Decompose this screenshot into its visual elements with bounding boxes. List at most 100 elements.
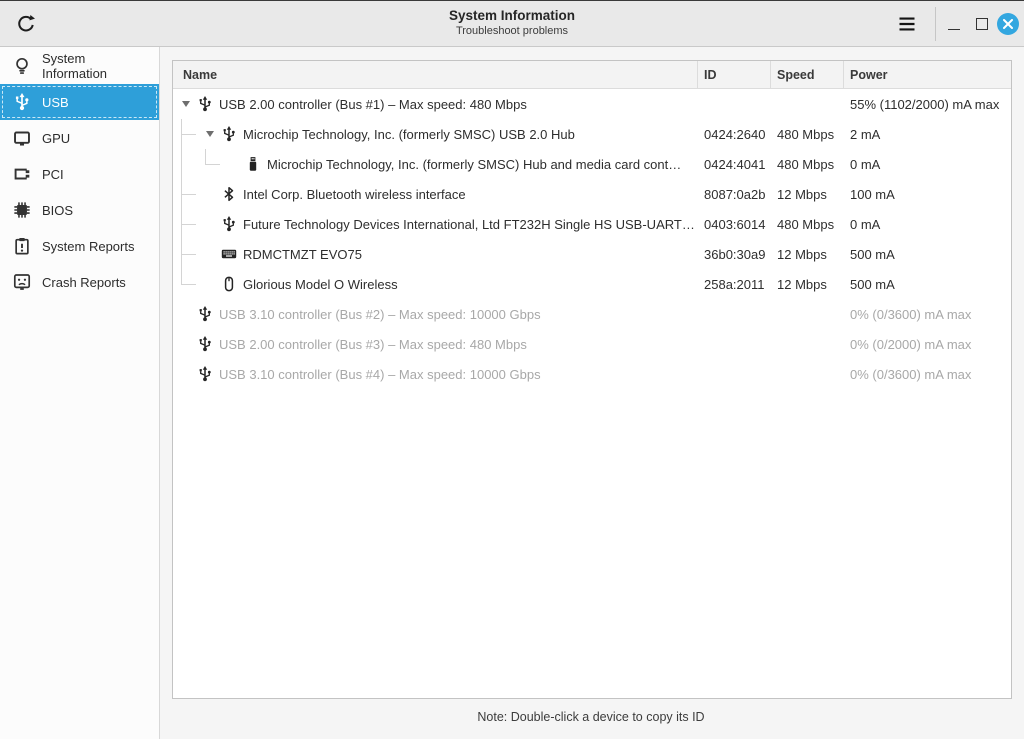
refresh-icon — [15, 13, 37, 35]
column-header-power[interactable]: Power — [844, 61, 1011, 88]
device-name: Microchip Technology, Inc. (formerly SMS… — [243, 126, 575, 142]
hamburger-menu-icon — [896, 14, 918, 34]
expander-icon[interactable] — [199, 119, 221, 149]
table-row[interactable]: Glorious Model O Wireless 258a:2011 12 M… — [173, 269, 1011, 299]
lightbulb-icon — [13, 57, 31, 75]
cell-name: RDMCTMZT EVO75 — [173, 239, 698, 269]
table-header-row: Name ID Speed Power — [173, 61, 1011, 89]
device-name: Intel Corp. Bluetooth wireless interface — [243, 186, 466, 202]
device-name: Glorious Model O Wireless — [243, 276, 398, 292]
cell-power: 0% (0/3600) mA max — [850, 366, 972, 382]
table-row[interactable]: RDMCTMZT EVO75 36b0:30a9 12 Mbps 500 mA — [173, 239, 1011, 269]
usb-icon — [13, 93, 31, 111]
sidebar-item-label: System Reports — [42, 238, 135, 254]
bluetooth-icon — [221, 186, 237, 202]
usb-device-table: Name ID Speed Power USB 2.00 controller … — [172, 60, 1012, 699]
cell-power: 0 mA — [850, 156, 881, 172]
column-header-name[interactable]: Name — [173, 61, 698, 88]
table-row[interactable]: Microchip Technology, Inc. (formerly SMS… — [173, 149, 1011, 179]
device-table-body: USB 2.00 controller (Bus #1) – Max speed… — [173, 89, 1011, 389]
device-name: USB 2.00 controller (Bus #1) – Max speed… — [219, 96, 527, 112]
cell-id: 36b0:30a9 — [704, 246, 766, 262]
sidebar-item-system-reports[interactable]: System Reports — [0, 228, 159, 264]
table-row[interactable]: Future Technology Devices International,… — [173, 209, 1011, 239]
titlebar: System Information Troubleshoot problems — [0, 1, 1024, 47]
window-title: System Information — [448, 8, 576, 23]
expander-icon[interactable] — [175, 89, 197, 119]
sidebar-item-usb[interactable]: USB — [0, 84, 159, 120]
cell-id: 258a:2011 — [704, 276, 765, 292]
refresh-button[interactable] — [13, 11, 39, 37]
table-row[interactable]: Microchip Technology, Inc. (formerly SMS… — [173, 119, 1011, 149]
cell-id: 0424:4041 — [704, 156, 766, 172]
sidebar-item-bios[interactable]: BIOS — [0, 192, 159, 228]
tree-connector — [175, 239, 199, 269]
sidebar-item-label: System Information — [42, 51, 108, 81]
close-x-icon — [1003, 19, 1013, 29]
table-row[interactable]: USB 3.10 controller (Bus #2) – Max speed… — [173, 299, 1011, 329]
sidebar-item-system-information[interactable]: System Information — [0, 48, 159, 84]
triangle-down-icon — [206, 131, 214, 137]
cell-power: 2 mA — [850, 126, 881, 142]
usb-icon — [197, 336, 213, 352]
tree-connector — [175, 119, 199, 149]
minimize-button[interactable] — [944, 14, 964, 34]
maximize-icon — [976, 18, 988, 30]
mouse-icon — [221, 276, 237, 292]
tree-connector — [175, 209, 199, 239]
device-name: Future Technology Devices International,… — [243, 216, 695, 232]
device-name: USB 3.10 controller (Bus #2) – Max speed… — [219, 306, 541, 322]
sidebar-item-crash-reports[interactable]: Crash Reports — [0, 264, 159, 300]
app-window: System Information Troubleshoot problems… — [0, 0, 1024, 739]
usb-icon — [221, 126, 237, 142]
tree-connector — [175, 149, 199, 179]
cell-power: 500 mA — [850, 246, 895, 262]
cell-name: USB 3.10 controller (Bus #4) – Max speed… — [173, 359, 698, 389]
cell-name: USB 3.10 controller (Bus #2) – Max speed… — [173, 299, 698, 329]
triangle-down-icon — [182, 101, 190, 107]
cell-power: 0 mA — [850, 216, 881, 232]
cell-speed: 480 Mbps — [777, 156, 835, 172]
table-row[interactable]: Intel Corp. Bluetooth wireless interface… — [173, 179, 1011, 209]
usb-icon — [197, 306, 213, 322]
footer-note: Note: Double-click a device to copy its … — [477, 710, 705, 724]
keyboard-icon — [221, 246, 237, 262]
table-row[interactable]: USB 2.00 controller (Bus #3) – Max speed… — [173, 329, 1011, 359]
usb-icon — [197, 96, 213, 112]
cell-power: 0% (0/2000) mA max — [850, 336, 972, 352]
minimize-icon — [948, 28, 960, 30]
cell-name: Intel Corp. Bluetooth wireless interface — [173, 179, 698, 209]
cell-name: Microchip Technology, Inc. (formerly SMS… — [173, 149, 698, 179]
device-name: Microchip Technology, Inc. (formerly SMS… — [267, 156, 682, 172]
usb-icon — [197, 366, 213, 382]
sidebar-item-pci[interactable]: PCI — [0, 156, 159, 192]
chip-icon — [13, 201, 31, 219]
cell-power: 100 mA — [850, 186, 895, 202]
cell-power: 0% (0/3600) mA max — [850, 306, 972, 322]
sidebar-item-label: PCI — [42, 166, 64, 182]
pci-card-icon — [13, 165, 31, 183]
sidebar-item-gpu[interactable]: GPU — [0, 120, 159, 156]
tree-connector — [175, 179, 199, 209]
maximize-button[interactable] — [972, 14, 992, 34]
hamburger-menu-button[interactable] — [892, 12, 922, 36]
flash-drive-icon — [245, 156, 261, 172]
sidebar: System Information USB GPU PCI BIOS Syst… — [0, 47, 160, 739]
title-block: System Information Troubleshoot problems — [312, 7, 712, 38]
cell-name: Microchip Technology, Inc. (formerly SMS… — [173, 119, 698, 149]
table-row[interactable]: USB 2.00 controller (Bus #1) – Max speed… — [173, 89, 1011, 119]
tree-connector — [199, 149, 223, 179]
close-button[interactable] — [997, 13, 1019, 35]
column-header-speed[interactable]: Speed — [771, 61, 844, 88]
clipboard-icon — [13, 237, 31, 255]
column-header-id[interactable]: ID — [698, 61, 771, 88]
usb-icon — [221, 216, 237, 232]
table-row[interactable]: USB 3.10 controller (Bus #4) – Max speed… — [173, 359, 1011, 389]
